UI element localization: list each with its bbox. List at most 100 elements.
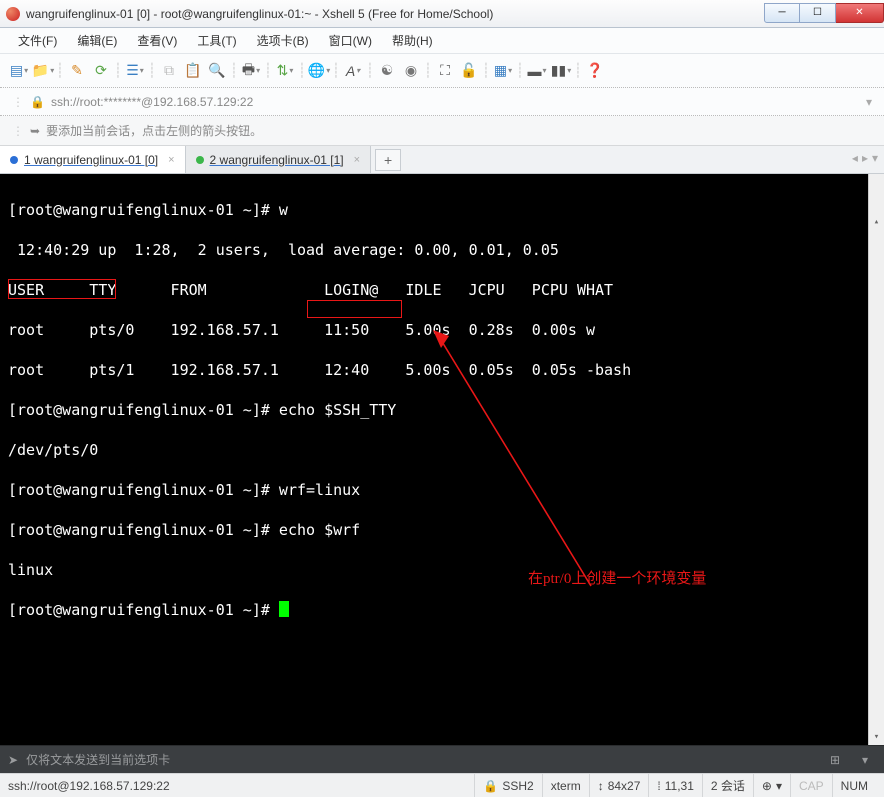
cascade-icon[interactable]: ▮▮▾ xyxy=(550,60,572,82)
app-logo-icon xyxy=(6,7,20,21)
terminal-line: [root@wangruifenglinux-01 ~]# w xyxy=(8,200,876,220)
font-icon[interactable]: A▾ xyxy=(342,60,364,82)
separator-icon: ┊ xyxy=(516,60,524,82)
status-help-icon[interactable]: ⊕▾ xyxy=(753,774,790,797)
print-icon[interactable]: 🖶▾ xyxy=(240,60,262,82)
reconnect-icon[interactable]: ⟳ xyxy=(90,60,112,82)
tab-nav-arrows: ◂ ▸ ▾ xyxy=(852,151,878,165)
separator-icon: ┊ xyxy=(56,60,64,82)
session-tab-1[interactable]: 1 wangruifenglinux-01 [0] × xyxy=(0,146,186,173)
window-title: wangruifenglinux-01 [0] - root@wangruife… xyxy=(26,7,764,21)
tab-menu-icon[interactable]: ▾ xyxy=(872,151,878,165)
open-icon[interactable]: 📁▾ xyxy=(32,60,54,82)
lock-icon[interactable]: 🔓 xyxy=(458,60,480,82)
terminal-line: [root@wangruifenglinux-01 ~]# echo $wrf xyxy=(8,520,876,540)
status-bar: ssh://root@192.168.57.129:22 🔒SSH2 xterm… xyxy=(0,773,884,797)
highlighter-icon[interactable]: ✎ xyxy=(66,60,88,82)
separator-icon: ┊ xyxy=(482,60,490,82)
tab-status-icon xyxy=(196,156,204,164)
terminal-line: [root@wangruifenglinux-01 ~]# echo $SSH_… xyxy=(8,400,876,420)
tab-prev-icon[interactable]: ◂ xyxy=(852,151,858,165)
menu-help[interactable]: 帮助(H) xyxy=(384,28,441,53)
new-tab-button[interactable]: + xyxy=(375,149,401,171)
menu-tabs[interactable]: 选项卡(B) xyxy=(249,28,317,53)
copy-icon[interactable]: ⧉ xyxy=(158,60,180,82)
tile-icon[interactable]: ▬▾ xyxy=(526,60,548,82)
terminal-prompt-line: [root@wangruifenglinux-01 ~]# xyxy=(8,600,876,620)
xagent-icon[interactable]: ☯ xyxy=(376,60,398,82)
scroll-up-icon[interactable]: ▴ xyxy=(869,214,884,230)
terminal-output[interactable]: [root@wangruifenglinux-01 ~]# w 12:40:29… xyxy=(0,174,884,745)
menu-view[interactable]: 查看(V) xyxy=(129,28,185,53)
address-dropdown-icon[interactable]: ▾ xyxy=(866,95,872,109)
annotation-box-2 xyxy=(307,300,402,318)
send-icon[interactable]: ➤ xyxy=(8,753,18,767)
address-bar: ⋮ 🔒 ssh://root:********@192.168.57.129:2… xyxy=(0,88,884,116)
separator-icon: ┊ xyxy=(424,60,432,82)
status-num: NUM xyxy=(832,774,876,797)
menu-file[interactable]: 文件(F) xyxy=(10,28,65,53)
window-titlebar: wangruifenglinux-01 [0] - root@wangruife… xyxy=(0,0,884,28)
fullscreen-icon[interactable]: ⛶ xyxy=(434,60,456,82)
send-input[interactable]: 仅将文本发送到当前选项卡 xyxy=(26,751,816,768)
separator-icon: ┊ xyxy=(264,60,272,82)
scroll-down-icon[interactable]: ▾ xyxy=(869,729,884,745)
transfer-icon[interactable]: ⇅▾ xyxy=(274,60,296,82)
tab-status-icon xyxy=(10,156,18,164)
send-options-icon[interactable]: ⊞ xyxy=(824,753,846,767)
status-term: xterm xyxy=(542,774,589,797)
send-dropdown-icon[interactable]: ▾ xyxy=(854,753,876,767)
terminal-line: root pts/1 192.168.57.1 12:40 5.00s 0.05… xyxy=(8,360,876,380)
lock-icon: 🔒 xyxy=(30,95,45,109)
hint-text: 要添加当前会话，点击左侧的箭头按钮。 xyxy=(46,122,262,139)
separator-icon: ┊ xyxy=(114,60,122,82)
grip-icon: ⋮ xyxy=(12,95,24,109)
terminal-line: root pts/0 192.168.57.1 11:50 5.00s 0.28… xyxy=(8,320,876,340)
help-icon[interactable]: ❓ xyxy=(584,60,606,82)
tab-close-icon[interactable]: × xyxy=(354,154,360,166)
paste-icon[interactable]: 📋 xyxy=(182,60,204,82)
new-session-icon[interactable]: ▤▾ xyxy=(8,60,30,82)
status-pos: ⁞11,31 xyxy=(648,774,701,797)
close-button[interactable]: ✕ xyxy=(836,3,884,23)
send-bar: ➤ 仅将文本发送到当前选项卡 ⊞ ▾ xyxy=(0,745,884,773)
status-proto: 🔒SSH2 xyxy=(474,774,541,797)
minimize-button[interactable]: ─ xyxy=(764,3,800,23)
tab-close-icon[interactable]: × xyxy=(168,154,174,166)
separator-icon: ┊ xyxy=(298,60,306,82)
terminal-scrollbar[interactable]: ▴ ▾ xyxy=(868,174,884,745)
separator-icon: ┊ xyxy=(366,60,374,82)
terminal-line: [root@wangruifenglinux-01 ~]# wrf=linux xyxy=(8,480,876,500)
tab-label: 1 wangruifenglinux-01 [0] xyxy=(24,153,158,167)
terminal-line: linux xyxy=(8,560,876,580)
menu-window[interactable]: 窗口(W) xyxy=(321,28,380,53)
xftp-icon[interactable]: ◉ xyxy=(400,60,422,82)
add-session-icon[interactable]: ➥ xyxy=(30,124,40,138)
tab-next-icon[interactable]: ▸ xyxy=(862,151,868,165)
address-url[interactable]: ssh://root:********@192.168.57.129:22 xyxy=(51,95,860,109)
session-tab-2[interactable]: 2 wangruifenglinux-01 [1] × xyxy=(186,146,372,173)
status-size: ↕84x27 xyxy=(589,774,649,797)
status-sessions: 2 会话 xyxy=(702,774,753,797)
status-cap: CAP xyxy=(790,774,832,797)
menu-tools[interactable]: 工具(T) xyxy=(189,28,244,53)
separator-icon: ┊ xyxy=(230,60,238,82)
tab-label: 2 wangruifenglinux-01 [1] xyxy=(210,153,344,167)
tab-bar: 1 wangruifenglinux-01 [0] × 2 wangruifen… xyxy=(0,146,884,174)
properties-icon[interactable]: ☰▾ xyxy=(124,60,146,82)
status-connection: ssh://root@192.168.57.129:22 xyxy=(8,779,474,793)
terminal-line: USER TTY FROM LOGIN@ IDLE JCPU PCPU WHAT xyxy=(8,280,876,300)
grip-icon: ⋮ xyxy=(12,124,24,138)
window-controls: ─ ☐ ✕ xyxy=(764,3,884,25)
hint-bar: ⋮ ➥ 要添加当前会话，点击左侧的箭头按钮。 xyxy=(0,116,884,146)
size-icon: ↕ xyxy=(598,779,604,793)
cursor-icon xyxy=(279,601,289,617)
separator-icon: ┊ xyxy=(332,60,340,82)
search-icon[interactable]: 🔍 xyxy=(206,60,228,82)
layout-icon[interactable]: ▦▾ xyxy=(492,60,514,82)
globe-icon[interactable]: 🌐▾ xyxy=(308,60,330,82)
maximize-button[interactable]: ☐ xyxy=(800,3,836,23)
menu-edit[interactable]: 编辑(E) xyxy=(69,28,125,53)
ssh-icon: 🔒 xyxy=(483,779,498,793)
separator-icon: ┊ xyxy=(574,60,582,82)
